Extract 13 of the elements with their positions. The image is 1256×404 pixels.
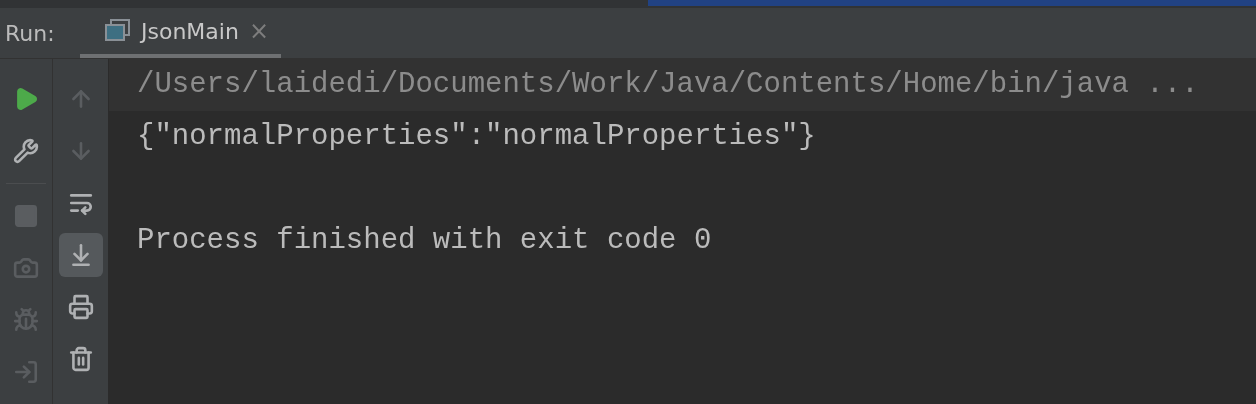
console-output: {"normalProperties":"normalProperties"} [136, 119, 817, 155]
trash-icon [67, 346, 94, 372]
printer-icon [67, 294, 94, 320]
scroll-to-end-button[interactable] [58, 233, 103, 277]
login-icon [13, 359, 39, 385]
window-icon [105, 19, 131, 43]
console-output: Process finished with exit code 0 [136, 223, 713, 259]
tab-title: JsonMain [141, 18, 239, 44]
wrench-icon [13, 138, 39, 164]
bug-icon [13, 307, 39, 333]
camera-icon [13, 255, 39, 281]
stop-icon [13, 203, 39, 229]
run-label: Run: [4, 19, 56, 48]
